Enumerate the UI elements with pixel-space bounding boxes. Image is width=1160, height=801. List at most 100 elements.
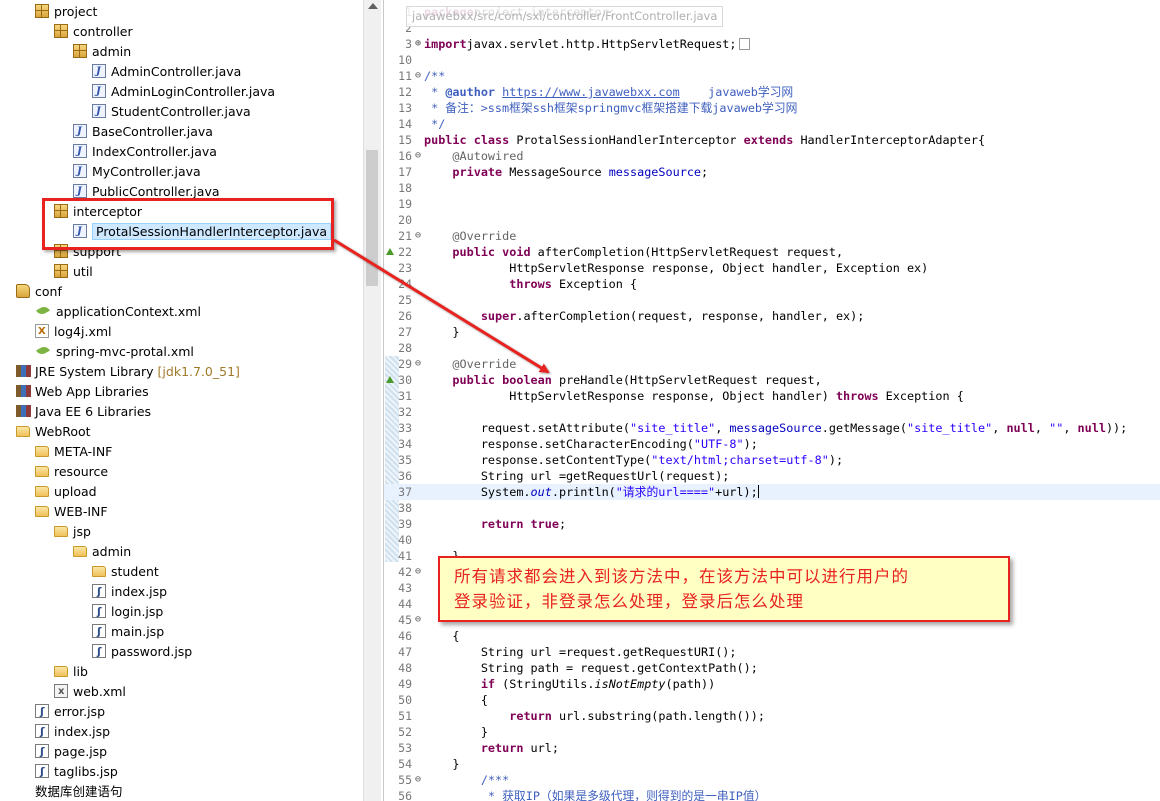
code-line[interactable]: 56 * 获取IP（如果是多级代理，则得到的是一串IP值）: [384, 788, 1160, 801]
tree-item[interactable]: resource: [35, 462, 108, 482]
collapse-fold-icon[interactable]: ⊖: [413, 68, 423, 84]
tree-item[interactable]: index.jsp: [35, 722, 110, 742]
tree-item[interactable]: spring-mvc-protal.xml: [35, 342, 194, 362]
code-line[interactable]: 40: [384, 532, 1160, 548]
code-line[interactable]: 32: [384, 404, 1160, 420]
tree-item[interactable]: util: [54, 262, 93, 282]
code-line[interactable]: 3 ⊕ importjavax.servlet.http.HttpServletRe…: [384, 36, 1160, 52]
library-icon: [16, 404, 30, 418]
expand-fold-icon[interactable]: ⊕: [413, 36, 423, 52]
code-line[interactable]: 33 request.setAttribute("site_title", me…: [384, 420, 1160, 436]
code-line[interactable]: 46 {: [384, 628, 1160, 644]
tree-item[interactable]: taglibs.jsp: [35, 762, 118, 782]
tree-item[interactable]: web.xml: [54, 682, 126, 702]
tree-item[interactable]: META-INF: [35, 442, 112, 462]
code-line[interactable]: 24 throws Exception {: [384, 276, 1160, 292]
tree-item[interactable]: AdminLoginController.java: [92, 82, 275, 102]
tree-item[interactable]: controller: [54, 22, 133, 42]
tree-item-label: admin: [92, 544, 132, 559]
tree-item[interactable]: JRE System Library [jdk1.7.0_51]: [16, 362, 240, 382]
tree-item[interactable]: WebRoot: [16, 422, 91, 442]
code-line[interactable]: 12 * @author https://www.javawebxx.com j…: [384, 84, 1160, 100]
code-line[interactable]: 27 }: [384, 324, 1160, 340]
code-line[interactable]: 34 response.setCharacterEncoding("UTF-8"…: [384, 436, 1160, 452]
tree-item[interactable]: Web App Libraries: [16, 382, 149, 402]
tree-item[interactable]: admin: [73, 42, 131, 62]
tree-item[interactable]: upload: [35, 482, 97, 502]
tree-item[interactable]: login.jsp: [92, 602, 163, 622]
code-line[interactable]: 17 private MessageSource messageSource;: [384, 164, 1160, 180]
code-line[interactable]: 52 }: [384, 724, 1160, 740]
tree-item[interactable]: 数据库创建语句: [35, 782, 123, 801]
code-line[interactable]: 49 if (StringUtils.isNotEmpty(path)): [384, 676, 1160, 692]
tree-item[interactable]: log4j.xml: [35, 322, 112, 342]
code-line[interactable]: 16 ⊖ @Autowired: [384, 148, 1160, 164]
code-line[interactable]: 21 ⊖ @Override: [384, 228, 1160, 244]
collapse-fold-icon[interactable]: ⊖: [413, 148, 423, 164]
tree-item[interactable]: student: [92, 562, 159, 582]
code-line[interactable]: 25: [384, 292, 1160, 308]
tree-item[interactable]: page.jsp: [35, 742, 107, 762]
code-line[interactable]: 55 ⊖ /***: [384, 772, 1160, 788]
code-line[interactable]: 47 String url =request.getRequestURI();: [384, 644, 1160, 660]
code-line[interactable]: 35 response.setContentType("text/html;ch…: [384, 452, 1160, 468]
code-line[interactable]: 29 ⊖ @Override: [384, 356, 1160, 372]
code-line[interactable]: 13 * 备注：>ssm框架ssh框架springmvc框架搭建下载javawe…: [384, 100, 1160, 116]
code-line[interactable]: 36 String url =getRequestUrl(request);: [384, 468, 1160, 484]
scroll-up-arrow-icon[interactable]: [368, 3, 378, 9]
code-line[interactable]: 20: [384, 212, 1160, 228]
tree-item-label: util: [73, 264, 93, 279]
tree-item[interactable]: jsp: [54, 522, 91, 542]
tree-item[interactable]: main.jsp: [92, 622, 164, 642]
tree-item[interactable]: Java EE 6 Libraries: [16, 402, 151, 422]
collapse-fold-icon[interactable]: ⊖: [413, 228, 423, 244]
code-line[interactable]: 19: [384, 196, 1160, 212]
code-line[interactable]: 37 System.out.println("请求的url===="+url);: [384, 484, 1160, 500]
code-line[interactable]: 10: [384, 52, 1160, 68]
tree-item[interactable]: index.jsp: [92, 582, 167, 602]
collapse-fold-icon[interactable]: ⊖: [413, 612, 423, 628]
code-line[interactable]: 51 return url.substring(path.length());: [384, 708, 1160, 724]
code-line[interactable]: 53 return url;: [384, 740, 1160, 756]
collapse-fold-icon[interactable]: ⊖: [413, 356, 423, 372]
code-line[interactable]: 54 }: [384, 756, 1160, 772]
tree-item[interactable]: BaseController.java: [73, 122, 213, 142]
tree-item[interactable]: password.jsp: [92, 642, 192, 662]
tree-item[interactable]: conf: [16, 282, 62, 302]
code-line[interactable]: 14 */: [384, 116, 1160, 132]
code-line[interactable]: 15 public class ProtalSessionHandlerInter…: [384, 132, 1160, 148]
code-line[interactable]: 23 HttpServletResponse response, Object …: [384, 260, 1160, 276]
code-line[interactable]: 28: [384, 340, 1160, 356]
tree-item[interactable]: AdminController.java: [92, 62, 241, 82]
tree-item[interactable]: MyController.java: [73, 162, 201, 182]
tree-item[interactable]: WEB-INF: [35, 502, 108, 522]
collapse-fold-icon[interactable]: ⊖: [413, 772, 423, 788]
code-line[interactable]: 11 ⊖/**: [384, 68, 1160, 84]
code-line[interactable]: 31 HttpServletResponse response, Object …: [384, 388, 1160, 404]
tree-item[interactable]: error.jsp: [35, 702, 105, 722]
code-line[interactable]: 22 public void afterCompletion(HttpServl…: [384, 244, 1160, 260]
code-line[interactable]: 18: [384, 180, 1160, 196]
code-editor[interactable]: 1packageproject.interceptor;23⊕importjav…: [383, 0, 1160, 801]
code-line[interactable]: 30 public boolean preHandle(HttpServletR…: [384, 372, 1160, 388]
tree-item[interactable]: project: [35, 2, 97, 22]
override-marker-icon: [386, 248, 394, 255]
tree-item[interactable]: admin: [73, 542, 131, 562]
code-line[interactable]: 48 String path = request.getContextPath(…: [384, 660, 1160, 676]
explorer-scroll-thumb[interactable]: [366, 150, 378, 286]
collapse-fold-icon[interactable]: ⊖: [413, 564, 423, 580]
tree-item[interactable]: StudentController.java: [92, 102, 251, 122]
tree-item[interactable]: IndexController.java: [73, 142, 217, 162]
code-line[interactable]: 50 {: [384, 692, 1160, 708]
tree-item[interactable]: applicationContext.xml: [35, 302, 201, 322]
code-line[interactable]: 39 return true;: [384, 516, 1160, 532]
code-line[interactable]: 38: [384, 500, 1160, 516]
explorer-scrollbar[interactable]: [363, 0, 381, 801]
code-token: }: [424, 757, 460, 771]
folded-imports-box[interactable]: [738, 38, 750, 50]
code-line[interactable]: 26 super.afterCompletion(request, respon…: [384, 308, 1160, 324]
tree-item[interactable]: lib: [54, 662, 88, 682]
code-token: .getMessage(: [821, 421, 907, 435]
